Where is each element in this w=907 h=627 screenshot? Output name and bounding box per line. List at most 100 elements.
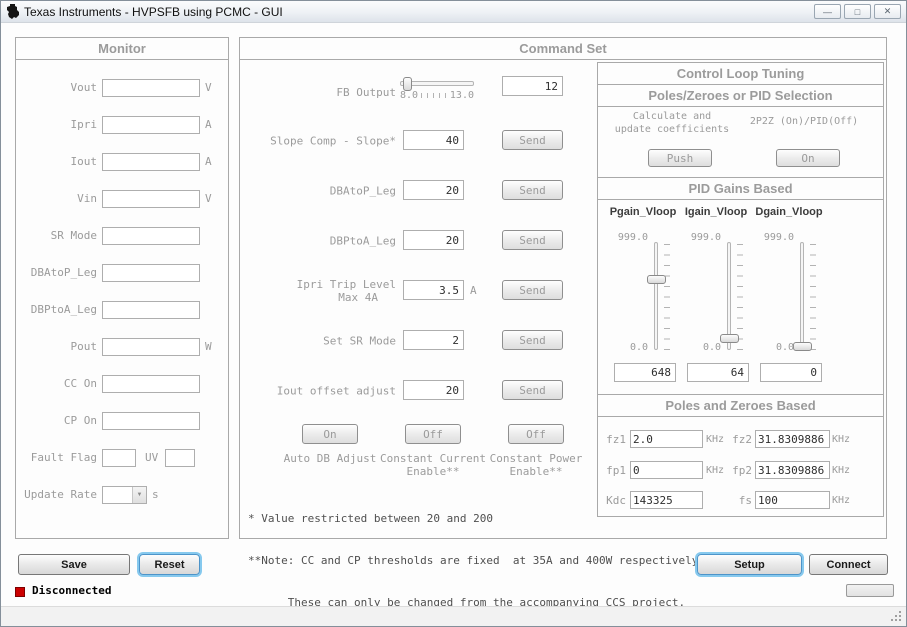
vout-field[interactable] xyxy=(102,78,200,97)
update-rate-select[interactable]: ▼ xyxy=(102,485,147,504)
dbptoa-leg-field[interactable] xyxy=(102,300,200,319)
fp1-field[interactable] xyxy=(630,461,703,479)
poles-zeroes-title: Poles and Zeroes Based xyxy=(598,395,883,417)
fp2-field[interactable] xyxy=(755,461,830,479)
fb-output-slider[interactable]: 8.0 13.0 xyxy=(400,76,474,106)
fp2-label: fp2 xyxy=(732,464,752,477)
kdc-label: Kdc xyxy=(606,494,626,507)
titlebar[interactable]: Texas Instruments - HVPSFB using PCMC - … xyxy=(1,1,906,23)
setup-button[interactable]: Setup xyxy=(697,554,802,575)
constant-power-enable-label: Constant Power Enable** xyxy=(489,452,583,478)
mode-toggle-button[interactable]: On xyxy=(776,149,840,167)
fb-output-value-field[interactable] xyxy=(502,76,563,96)
minimize-button[interactable]: — xyxy=(814,4,841,19)
iout-offset-input[interactable] xyxy=(403,380,464,400)
ipri-trip-unit: A xyxy=(470,284,477,297)
monitor-row-iout: Iout A xyxy=(16,143,228,180)
send-button-ipri-trip[interactable]: Send xyxy=(502,280,563,300)
monitor-row-update-rate: Update Rate ▼ s xyxy=(16,476,228,513)
fs-unit: KHz xyxy=(832,495,851,506)
slope-comp-input[interactable] xyxy=(403,130,464,150)
update-rate-label: Update Rate xyxy=(24,488,97,501)
send-button-sr-mode[interactable]: Send xyxy=(502,330,563,350)
fb-output-slider-track[interactable] xyxy=(400,77,474,91)
auto-db-adjust-button[interactable]: On xyxy=(302,424,358,444)
constant-current-enable-label: Constant Current Enable** xyxy=(380,452,486,478)
pgain-slider-thumb[interactable] xyxy=(647,275,666,284)
pgain-value-field[interactable] xyxy=(614,363,676,382)
constant-current-enable-button[interactable]: Off xyxy=(405,424,461,444)
ipri-label: Ipri xyxy=(70,118,98,131)
monitor-row-fault-flag: Fault Flag UV xyxy=(16,439,228,476)
uv-field[interactable] xyxy=(165,448,196,467)
send-button-dbatop[interactable]: Send xyxy=(502,180,563,200)
dgain-value-field[interactable] xyxy=(760,363,822,382)
reset-button[interactable]: Reset xyxy=(139,554,200,575)
fz2-unit: KHz xyxy=(832,434,851,445)
pgain-max-label: 999.0 xyxy=(617,232,648,243)
fs-field[interactable] xyxy=(755,491,830,509)
pgain-min-label: 0.0 xyxy=(629,342,648,353)
vin-unit: V xyxy=(205,192,212,205)
sr-mode-field[interactable] xyxy=(102,226,200,245)
fault-flag-label: Fault Flag xyxy=(30,451,97,464)
close-button[interactable]: ✕ xyxy=(874,4,901,19)
fz1-field[interactable] xyxy=(630,430,703,448)
send-button-iout-offset[interactable]: Send xyxy=(502,380,563,400)
dbatop-leg-field[interactable] xyxy=(102,263,200,282)
pid-gains-body: Pgain_Vloop 999.0 0.0 Igain_Vloop 999.0 xyxy=(598,200,883,395)
dbatop-cmd-input[interactable] xyxy=(403,180,464,200)
fb-output-scale: 8.0 13.0 xyxy=(400,90,474,101)
resize-grip-icon[interactable] xyxy=(899,619,901,621)
monitor-row-pout: Pout W xyxy=(16,328,228,365)
monitor-row-cp-on: CP On xyxy=(16,402,228,439)
ti-logo-icon xyxy=(6,4,19,19)
igain-min-label: 0.0 xyxy=(702,342,721,353)
cp-on-label: CP On xyxy=(63,414,97,427)
kdc-field[interactable] xyxy=(630,491,703,509)
vin-field[interactable] xyxy=(102,189,200,208)
dgain-max-label: 999.0 xyxy=(763,232,794,243)
iout-field[interactable] xyxy=(102,152,200,171)
dgain-slider-thumb[interactable] xyxy=(793,342,812,351)
igain-slider-thumb[interactable] xyxy=(720,334,739,343)
cc-on-label: CC On xyxy=(63,377,97,390)
monitor-rows: Vout V Ipri A Iout A Vin V SR Mode DBAto… xyxy=(16,60,228,513)
pgain-column: Pgain_Vloop 999.0 0.0 xyxy=(606,200,680,395)
connect-button[interactable]: Connect xyxy=(809,554,888,575)
pout-field[interactable] xyxy=(102,337,200,356)
cp-on-field[interactable] xyxy=(102,411,200,430)
vout-unit: V xyxy=(205,81,212,94)
poles-zeroes-body: fz1 KHz fz2 KHz fp1 KHz fp2 KHz Kdc fs xyxy=(598,417,883,516)
send-button-slope[interactable]: Send xyxy=(502,130,563,150)
send-button-dbptoa[interactable]: Send xyxy=(502,230,563,250)
push-button[interactable]: Push xyxy=(648,149,712,167)
monitor-title: Monitor xyxy=(16,38,228,60)
igain-header: Igain_Vloop xyxy=(684,206,748,218)
footnote-line-2: **Note: CC and CP thresholds are fixed a… xyxy=(248,554,699,567)
igain-value-field[interactable] xyxy=(687,363,749,382)
constant-power-enable-button[interactable]: Off xyxy=(508,424,564,444)
save-button[interactable]: Save xyxy=(18,554,130,575)
fb-output-row: FB Output 8.0 13.0 xyxy=(240,76,575,108)
dbptoa-cmd-input[interactable] xyxy=(403,230,464,250)
fb-output-slider-thumb[interactable] xyxy=(403,77,412,91)
pid-gains-title: PID Gains Based xyxy=(598,178,883,200)
set-sr-mode-input[interactable] xyxy=(403,330,464,350)
fault-flag-field[interactable] xyxy=(102,448,136,467)
pout-label: Pout xyxy=(70,340,98,353)
dgain-column: Dgain_Vloop 999.0 0.0 xyxy=(752,200,826,395)
maximize-button[interactable]: □ xyxy=(844,4,871,19)
fp1-unit: KHz xyxy=(706,465,725,476)
ipri-field[interactable] xyxy=(102,115,200,134)
uv-label: UV xyxy=(145,451,159,464)
dgain-slider-track[interactable] xyxy=(800,242,804,350)
pgain-slider-track[interactable] xyxy=(654,242,658,350)
cc-on-field[interactable] xyxy=(102,374,200,393)
chevron-down-icon[interactable]: ▼ xyxy=(132,486,146,503)
window-controls: — □ ✕ xyxy=(814,4,901,19)
monitor-row-cc-on: CC On xyxy=(16,365,228,402)
fz2-field[interactable] xyxy=(755,430,830,448)
ipri-trip-input[interactable] xyxy=(403,280,464,300)
connection-status-text: Disconnected xyxy=(32,584,112,597)
